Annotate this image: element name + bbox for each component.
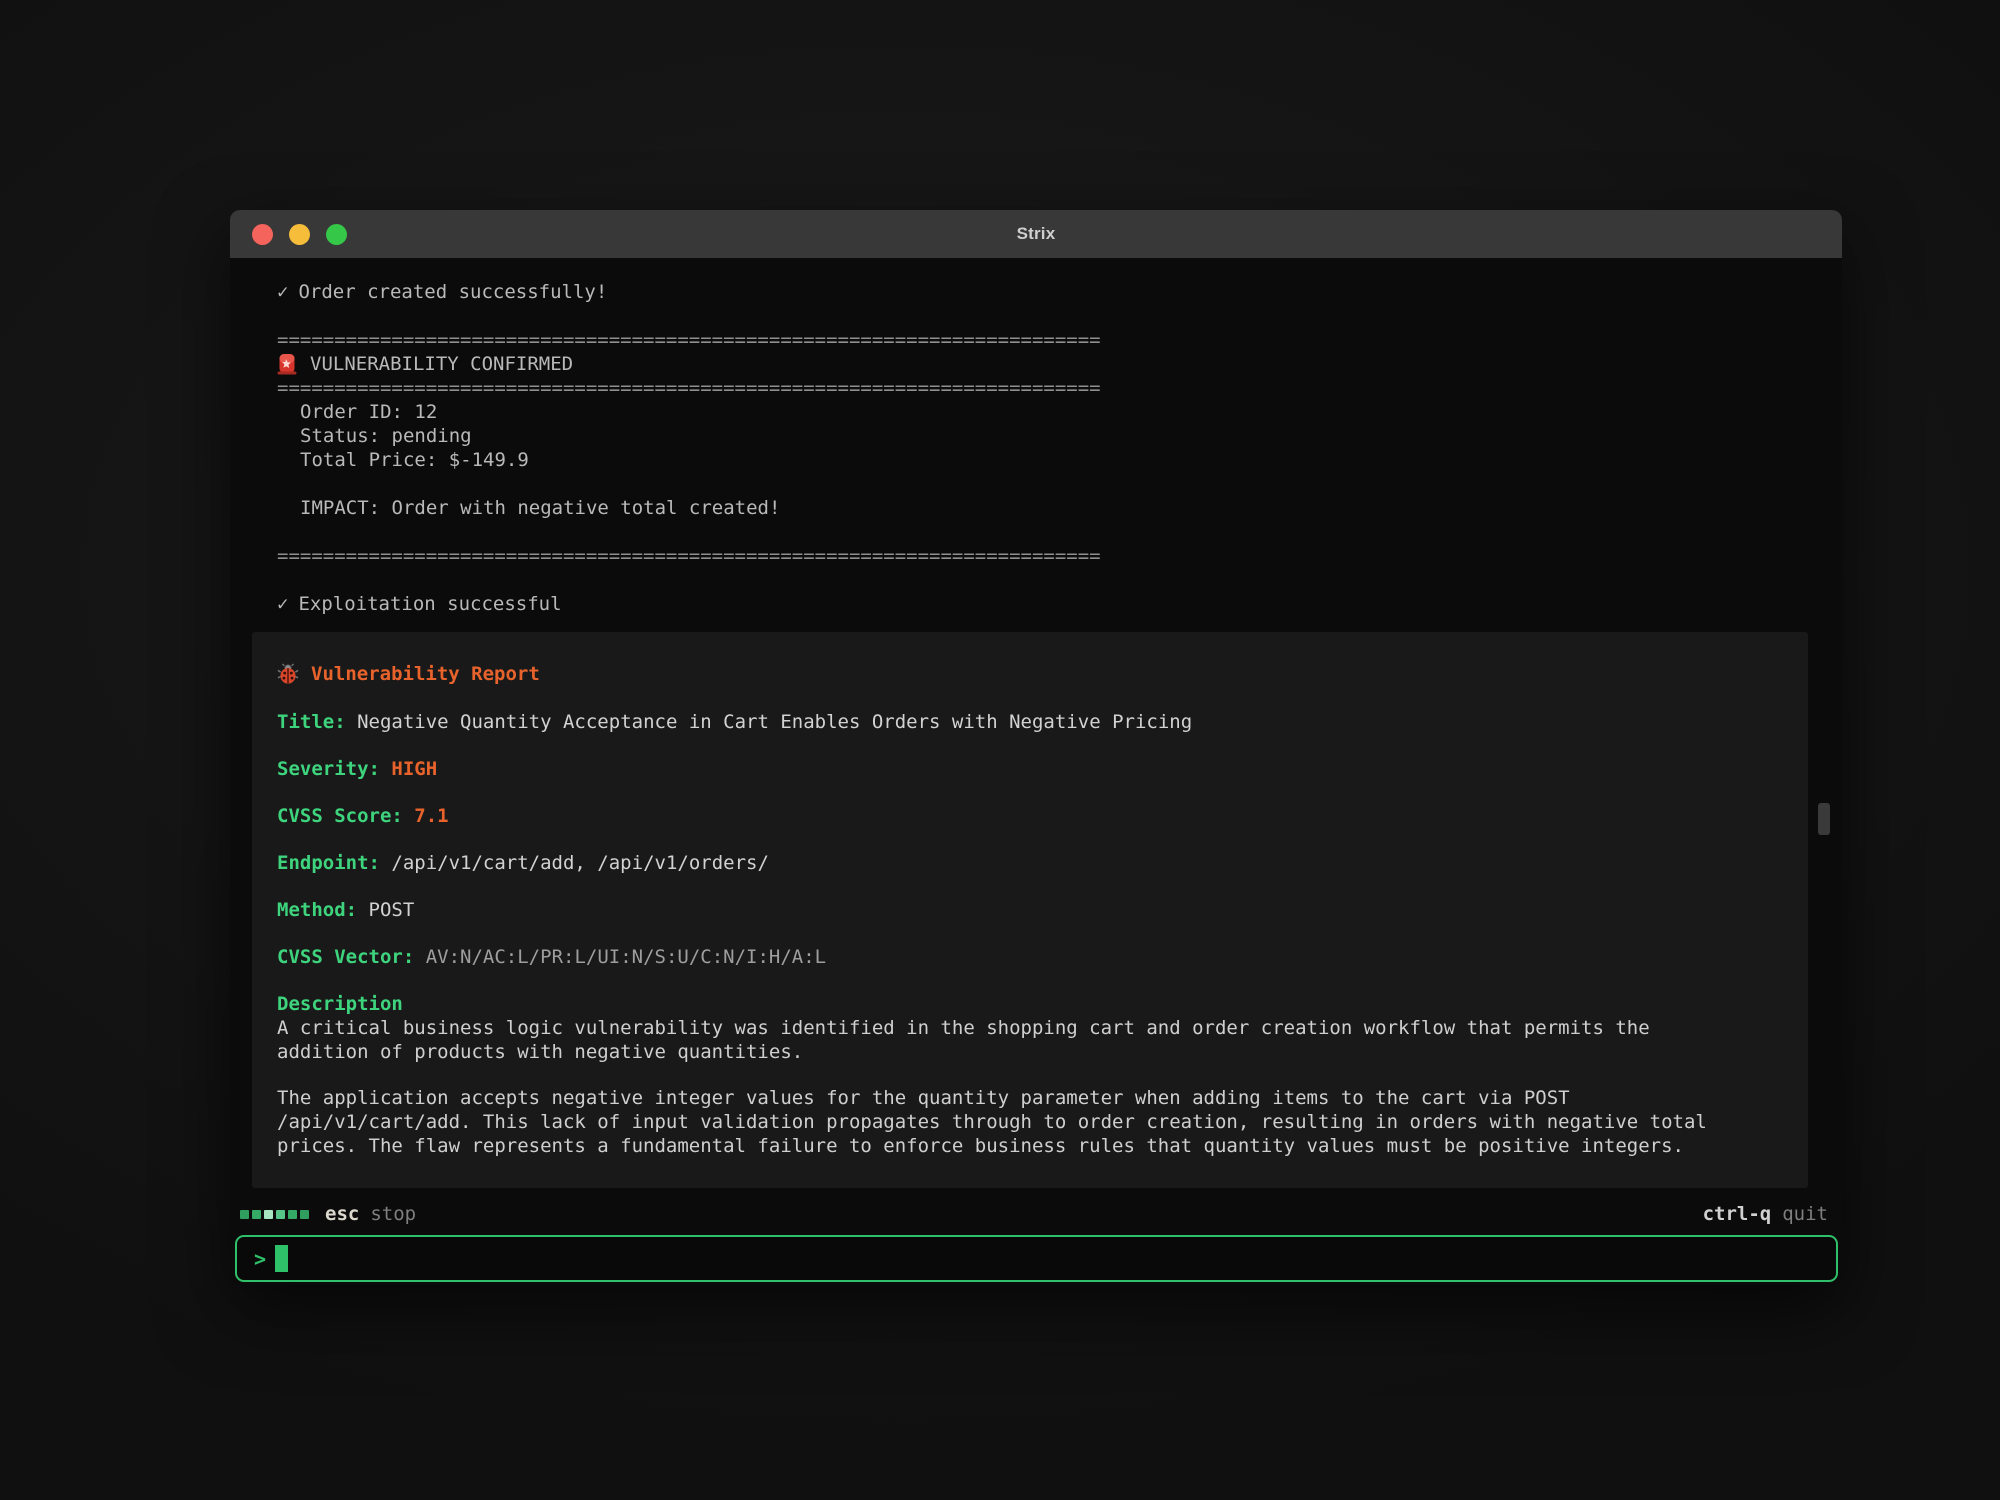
siren-icon (277, 353, 297, 375)
titlebar[interactable]: Strix (230, 210, 1842, 258)
report-field-endpoint: Endpoint: /api/v1/cart/add, /api/v1/orde… (277, 851, 1783, 875)
separator-line: ========================================… (277, 328, 1806, 352)
field-label: Title: (277, 711, 346, 733)
field-label: Method: (277, 899, 357, 921)
esc-key-hint: esc (325, 1203, 359, 1225)
order-success-text: Order created successfully! (298, 281, 607, 303)
field-label: CVSS Vector: (277, 946, 414, 968)
close-window-icon[interactable] (252, 224, 273, 245)
description-paragraph: A critical business logic vulnerability … (277, 1016, 1783, 1064)
severity-badge: HIGH (391, 758, 437, 780)
alert-heading-row: VULNERABILITY CONFIRMED (277, 352, 1806, 376)
stop-action-label: stop (370, 1203, 416, 1225)
field-label: Severity: (277, 758, 380, 780)
window-controls (252, 210, 347, 258)
report-field-cvss-vector: CVSS Vector: AV:N/AC:L/PR:L/UI:N/S:U/C:N… (277, 945, 1783, 969)
strix-window: Strix ✓ Order created successfully! =====… (230, 210, 1842, 1285)
ctrl-q-key-hint: ctrl-q (1703, 1203, 1772, 1225)
status-bar: esc stop ctrl-q quit (230, 1193, 1842, 1235)
report-field-title: Title: Negative Quantity Acceptance in C… (277, 710, 1783, 734)
window-title: Strix (1017, 224, 1056, 244)
exploitation-success-text: Exploitation successful (298, 593, 561, 615)
prompt-chevron: > (254, 1247, 266, 1271)
field-value: /api/v1/cart/add, /api/v1/orders/ (391, 852, 769, 874)
report-field-method: Method: POST (277, 898, 1783, 922)
report-field-severity: Severity: HIGH (277, 757, 1783, 781)
alert-field: Total Price: $-149.9 (300, 448, 1806, 472)
maximize-window-icon[interactable] (326, 224, 347, 245)
alert-field: Order ID: 12 (300, 400, 1806, 424)
exploitation-success-line: ✓ Exploitation successful (277, 592, 1806, 616)
cvss-vector-value: AV:N/AC:L/PR:L/UI:N/S:U/C:N/I:H/A:L (426, 946, 826, 968)
field-value: POST (369, 899, 415, 921)
report-heading-row: Vulnerability Report (277, 662, 1783, 686)
description-paragraph: The application accepts negative integer… (277, 1086, 1783, 1158)
alert-field: Status: pending (300, 424, 1806, 448)
order-success-line: ✓ Order created successfully! (277, 280, 1806, 304)
vulnerability-report-panel: Vulnerability Report Title: Negative Qua… (252, 632, 1808, 1188)
scrollbar-thumb[interactable] (1818, 803, 1830, 835)
report-field-cvss-score: CVSS Score: 7.1 (277, 804, 1783, 828)
separator-line: ========================================… (277, 544, 1806, 568)
field-label: CVSS Score: (277, 805, 403, 827)
command-input[interactable]: > (235, 1235, 1838, 1282)
description-heading: Description (277, 992, 1783, 1016)
impact-line: IMPACT: Order with negative total create… (300, 496, 1806, 520)
check-icon: ✓ (277, 281, 288, 303)
quit-action-label: quit (1782, 1203, 1828, 1225)
field-value: Negative Quantity Acceptance in Cart Ena… (357, 711, 1192, 733)
alert-heading-text: VULNERABILITY CONFIRMED (310, 352, 573, 376)
field-label: Endpoint: (277, 852, 380, 874)
check-icon: ✓ (277, 593, 288, 615)
terminal-content: ✓ Order created successfully! ===========… (230, 258, 1842, 1193)
cvss-score-value: 7.1 (414, 805, 448, 827)
ladybug-icon (277, 663, 299, 685)
terminal-output: ✓ Order created successfully! ===========… (230, 258, 1842, 616)
report-heading-text: Vulnerability Report (311, 662, 540, 686)
separator-line: ========================================… (277, 376, 1806, 400)
minimize-window-icon[interactable] (289, 224, 310, 245)
spinner (240, 1210, 309, 1219)
text-cursor (275, 1245, 288, 1272)
